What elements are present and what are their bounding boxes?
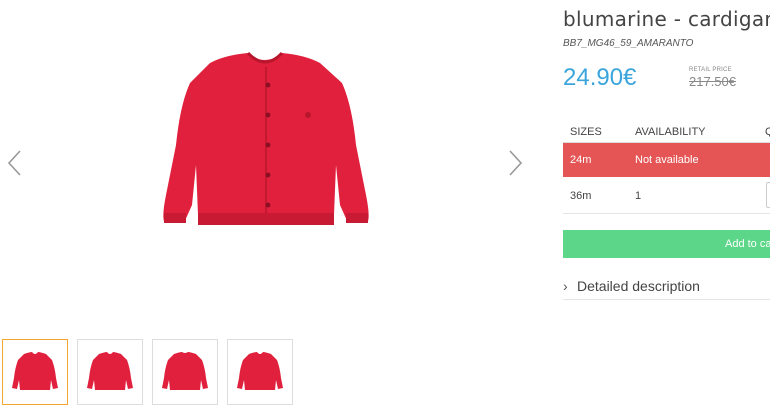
header-availability: AVAILABILITY: [635, 126, 706, 138]
retail-price-label: RETAIL PRICE: [689, 67, 732, 73]
gallery-next-button[interactable]: [504, 148, 526, 178]
product-gallery: [0, 0, 540, 330]
product-sku: BB7_MG46_59_AMARANTO: [563, 38, 694, 49]
detailed-description-toggle[interactable]: › Detailed description: [563, 276, 770, 300]
gallery-prev-button[interactable]: [4, 148, 26, 178]
product-price: 24.90€: [563, 64, 637, 91]
thumbnail-image: [12, 352, 58, 390]
thumbnail-strip: [2, 339, 293, 405]
size-cell: 24m: [570, 154, 592, 166]
thumbnail-image: [162, 352, 208, 390]
thumbnail-1[interactable]: [2, 339, 68, 405]
availability-cell: Not available: [635, 154, 699, 166]
chevron-right-icon: ›: [563, 278, 568, 294]
header-quantity: Q: [765, 126, 770, 138]
table-row: 36m 1: [563, 178, 770, 214]
product-main-image: [163, 51, 369, 225]
retail-price: 217.50€: [689, 74, 736, 89]
thumbnail-3[interactable]: [152, 339, 218, 405]
thumbnail-4[interactable]: [227, 339, 293, 405]
availability-cell: 1: [635, 190, 642, 202]
chevron-right-icon: [509, 150, 523, 176]
thumbnail-image: [87, 352, 133, 390]
detailed-description-label: Detailed description: [577, 278, 700, 294]
chevron-left-icon: [7, 150, 21, 176]
product-title: blumarine - cardigan: [563, 7, 770, 31]
header-sizes: SIZES: [570, 126, 602, 138]
thumbnail-image: [237, 352, 283, 390]
add-to-cart-label: Add to ca: [725, 238, 770, 250]
add-to-cart-button[interactable]: Add to ca: [563, 230, 770, 258]
table-row: 24m Not available: [563, 143, 770, 177]
thumbnail-2[interactable]: [77, 339, 143, 405]
size-cell: 36m: [570, 190, 592, 202]
quantity-input[interactable]: [766, 182, 770, 208]
